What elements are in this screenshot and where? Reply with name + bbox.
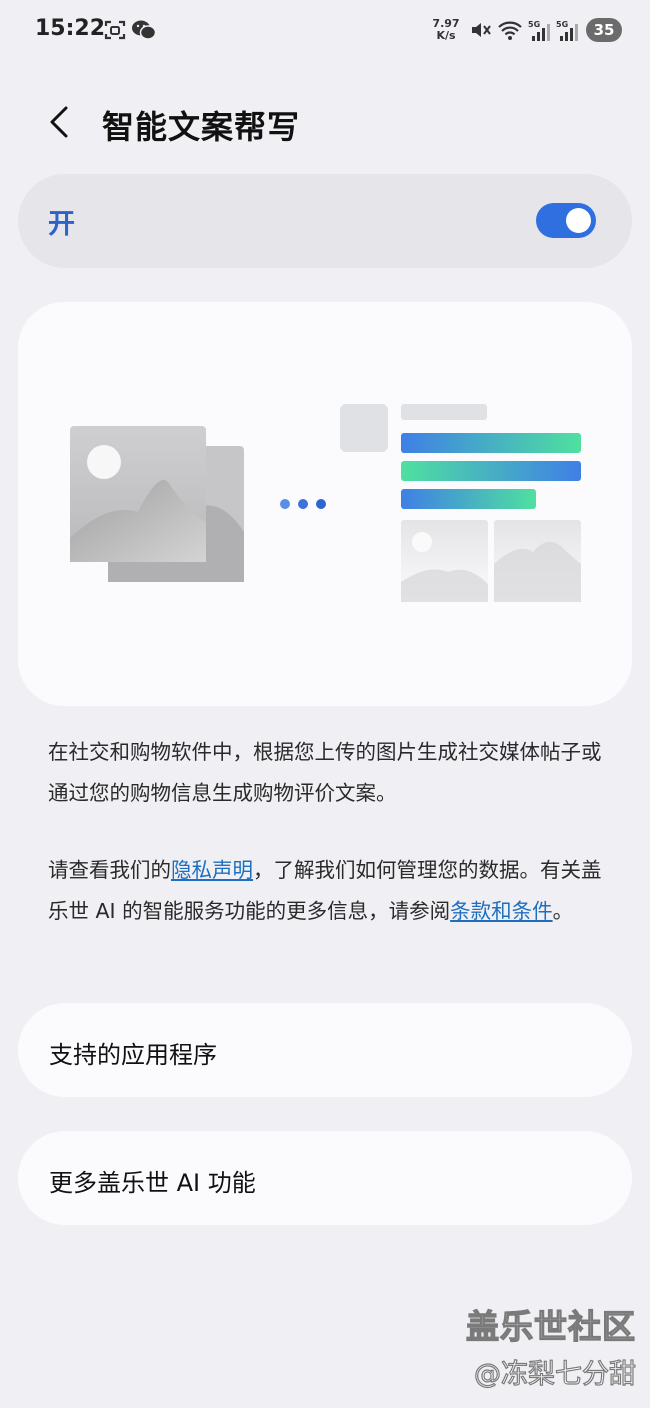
toggle-label: 开 [48,209,75,240]
more-ai-features-label: 更多盖乐世 AI 功能 [49,1169,256,1197]
back-chevron-icon [50,106,68,138]
status-bar: 15:22 7.97 K/s 5G 5G 35 [0,0,650,62]
illustration-graphic [70,404,581,602]
privacy-statement-link[interactable]: 隐私声明 [171,858,253,882]
privacy-text-1: 请查看我们的 [48,858,171,882]
supported-apps-item[interactable]: 支持的应用程序 [18,1003,632,1097]
mute-icon [468,18,492,46]
terms-conditions-link[interactable]: 条款和条件 [450,899,553,923]
feature-description: 在社交和购物软件中，根据您上传的图片生成社交媒体帖子或通过您的购物信息生成购物评… [48,740,602,805]
terms-text-2: 。 [552,899,574,923]
community-watermark: 盖乐世社区 [465,1306,636,1346]
feature-toggle-row[interactable]: 开 [18,174,632,268]
feature-switch[interactable] [536,203,596,238]
supported-apps-label: 支持的应用程序 [49,1041,217,1069]
back-button[interactable] [40,100,80,144]
wifi-icon [497,18,523,46]
author-watermark: @冻梨七分甜 [473,1358,636,1390]
switch-knob [566,208,591,233]
privacy-text-2: ，了解我们如何管理您的数据。 [253,858,540,882]
net-speed-unit: K/s [436,29,456,42]
privacy-info: 请查看我们的隐私声明，了解我们如何管理您的数据。有关盖乐世 AI 的智能服务功能… [48,850,608,932]
feature-illustration [18,302,632,706]
screenshot-icon [103,18,127,46]
signal-2-icon [558,22,578,46]
header: 智能文案帮写 [0,90,650,154]
status-time: 15:22 [35,16,106,41]
page-title: 智能文案帮写 [102,108,301,146]
signal-1-icon [530,22,550,46]
wechat-icon [131,18,157,46]
more-ai-features-item[interactable]: 更多盖乐世 AI 功能 [18,1131,632,1225]
network-speed: 7.97 K/s [430,18,462,42]
battery-indicator: 35 [586,18,622,42]
